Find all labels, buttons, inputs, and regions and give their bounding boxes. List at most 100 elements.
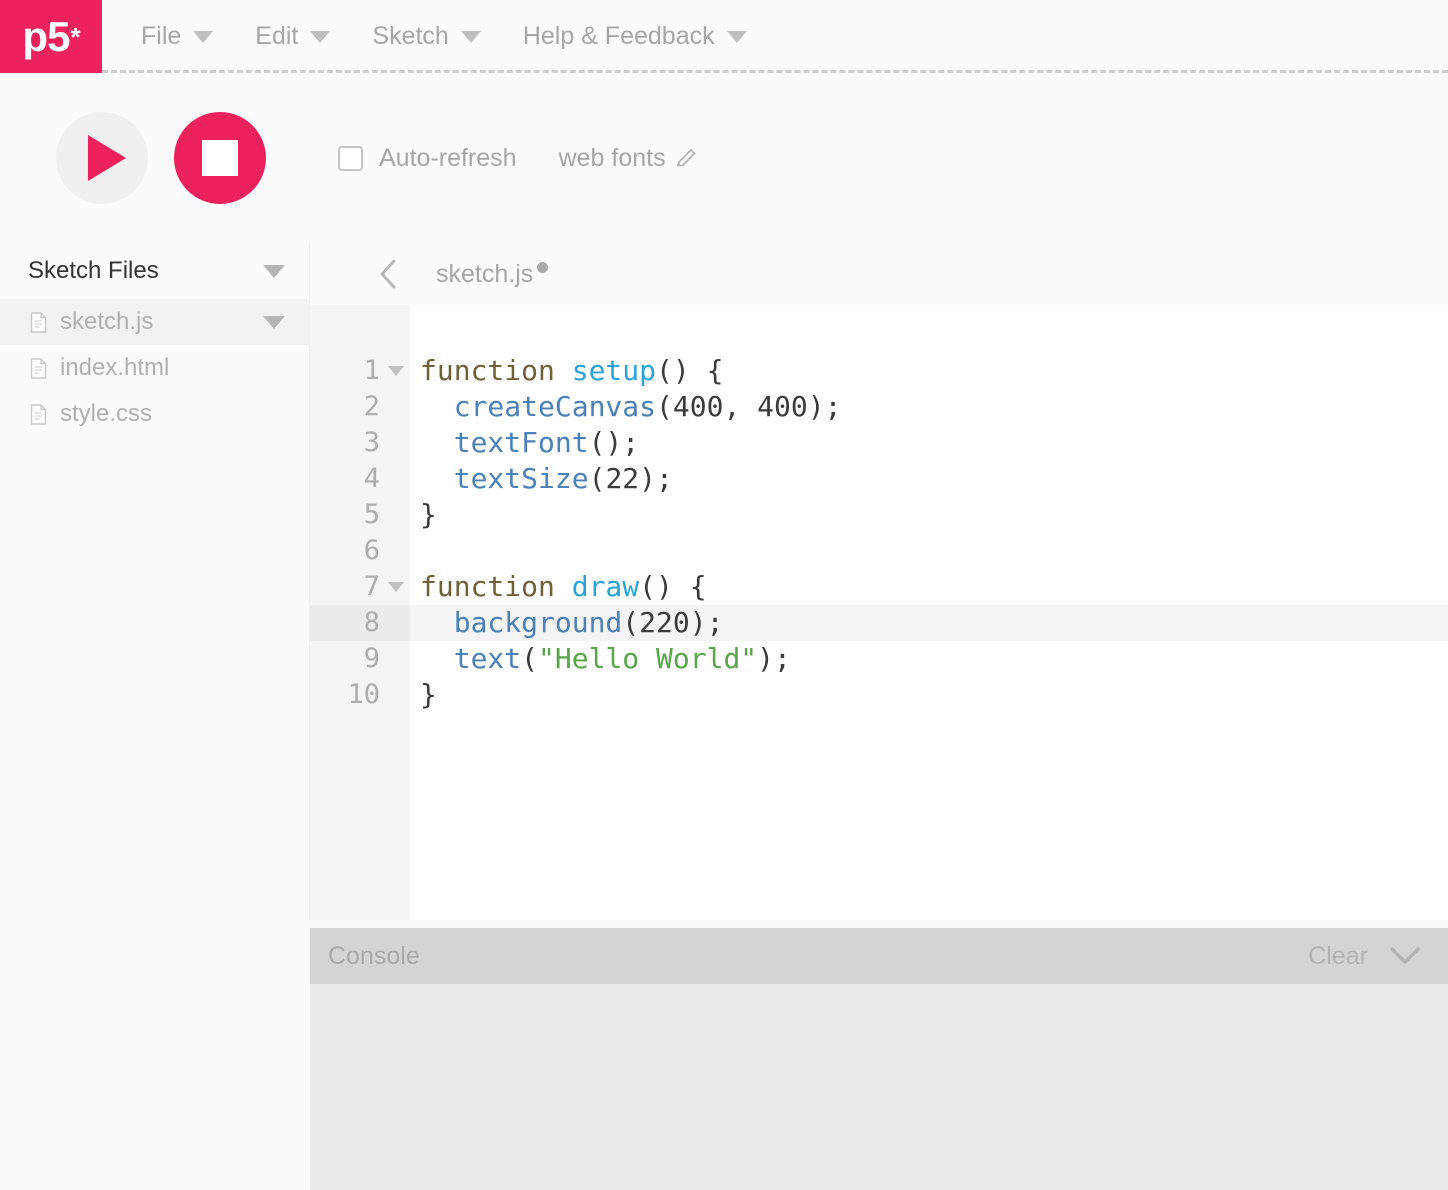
menu-item-label: Help & Feedback — [522, 22, 715, 50]
code-editor[interactable]: 1 function setup() {2 createCanvas(400, 4… — [310, 305, 1448, 920]
run-toolbar: Auto-refresh web fonts — [0, 73, 1448, 243]
menu-item-sketch[interactable]: Sketch — [351, 0, 501, 73]
tab-label-text: sketch.js — [436, 259, 534, 288]
auto-refresh-toggle[interactable]: Auto-refresh — [338, 144, 517, 173]
play-icon — [87, 135, 126, 181]
fold-placeholder — [382, 533, 410, 569]
code-line-text: function setup() { — [410, 353, 723, 389]
code-token: 22 — [605, 462, 640, 495]
code-token: draw — [571, 570, 640, 603]
console-actions: Clear — [1308, 942, 1422, 971]
chevron-down-icon — [310, 30, 331, 43]
file-item-sketch-js[interactable]: sketch.js — [0, 299, 309, 345]
code-line-text: background(220); — [410, 605, 724, 641]
pencil-icon — [676, 148, 696, 167]
code-token: ); — [639, 462, 673, 495]
menu-item-label: Sketch — [372, 22, 449, 50]
menu-item-help-feedback[interactable]: Help & Feedback — [502, 0, 768, 73]
line-number: 7 — [363, 571, 380, 602]
tab-sketch-js[interactable]: sketch.js — [436, 259, 549, 289]
code-token: } — [420, 678, 437, 711]
chevron-left-icon[interactable] — [376, 258, 400, 290]
menu-item-file[interactable]: File — [120, 0, 234, 73]
clear-console-button[interactable]: Clear — [1308, 942, 1368, 971]
file-item-label: style.css — [60, 400, 153, 427]
code-line-text: } — [410, 497, 437, 533]
console-header[interactable]: Console Clear — [310, 928, 1448, 984]
code-token: 400 — [757, 390, 808, 423]
code-token: background — [453, 606, 623, 639]
code-line[interactable]: 7 function draw() { — [310, 569, 1448, 605]
file-options-caret-icon[interactable] — [263, 315, 285, 329]
menu-item-label: File — [141, 22, 182, 50]
fold-toggle-icon[interactable] — [382, 569, 410, 605]
stop-icon — [202, 140, 238, 176]
auto-refresh-checkbox[interactable] — [338, 145, 363, 171]
code-token: ( — [656, 390, 673, 423]
file-item-style-css[interactable]: style.css — [0, 391, 309, 437]
code-line-text: textSize(22); — [410, 461, 673, 497]
fold-toggle-icon[interactable] — [382, 353, 410, 389]
code-line-text: createCanvas(400, 400); — [410, 389, 842, 425]
line-number: 2 — [363, 391, 380, 422]
code-token: () { — [656, 354, 724, 387]
code-line[interactable]: 1 function setup() { — [310, 353, 1448, 389]
code-token: setup — [571, 354, 657, 387]
fold-placeholder — [382, 425, 410, 461]
code-token: function — [420, 354, 572, 387]
code-token: ( — [622, 606, 640, 639]
caret-down-icon — [388, 366, 404, 376]
editor-tabbar: sketch.js — [310, 243, 1448, 305]
web-fonts-label: web fonts — [558, 143, 666, 172]
fold-placeholder — [382, 641, 410, 677]
menu-item-edit[interactable]: Edit — [234, 0, 351, 73]
code-token: ( — [588, 462, 606, 495]
sidebar-header[interactable]: Sketch Files — [0, 243, 309, 299]
code-token: } — [420, 498, 437, 531]
caret-down-icon — [388, 582, 404, 592]
file-item-label: index.html — [60, 354, 170, 381]
chevron-down-icon[interactable] — [1388, 945, 1422, 967]
line-number: 6 — [363, 535, 380, 566]
code-token: function — [420, 570, 572, 603]
file-icon — [30, 311, 47, 333]
code-line[interactable]: 6 — [310, 533, 1448, 569]
code-line-text: text("Hello World"); — [410, 641, 791, 677]
file-icon — [30, 357, 47, 379]
code-token: textSize — [453, 462, 589, 495]
code-token: (); — [588, 426, 640, 459]
chevron-down-icon — [726, 30, 747, 43]
code-line[interactable]: 9 text("Hello World"); — [310, 641, 1448, 677]
line-number: 9 — [363, 643, 380, 674]
code-line-text: function draw() { — [410, 569, 707, 605]
web-fonts-button[interactable]: web fonts — [559, 144, 699, 173]
code-line[interactable]: 3 textFont(); — [310, 425, 1448, 461]
code-line[interactable]: 4 textSize(22); — [310, 461, 1448, 497]
play-button[interactable] — [56, 112, 148, 204]
stop-button[interactable] — [174, 112, 266, 204]
code-token: () { — [639, 570, 707, 603]
caret-down-icon[interactable] — [263, 264, 285, 278]
file-item-index-html[interactable]: index.html — [0, 345, 309, 391]
code-line[interactable]: 2 createCanvas(400, 400); — [310, 389, 1448, 425]
code-token: ); — [757, 642, 791, 675]
fold-placeholder — [382, 461, 410, 497]
menu-bar: File Edit Sketch Help & Feedback — [102, 0, 768, 73]
code-lines: 1 function setup() {2 createCanvas(400, 4… — [310, 353, 1448, 713]
code-token: "Hello World" — [538, 642, 758, 675]
code-token: 220 — [639, 606, 690, 639]
code-line[interactable]: 8 background(220); — [310, 605, 1448, 641]
code-line-text: } — [410, 677, 437, 713]
line-number: 3 — [363, 427, 380, 458]
code-line[interactable]: 5} — [310, 497, 1448, 533]
chevron-down-icon — [193, 30, 214, 43]
p5-logo[interactable]: p5 * — [0, 0, 102, 73]
console-title: Console — [328, 941, 420, 970]
code-token: ); — [807, 390, 842, 423]
code-line[interactable]: 10} — [310, 677, 1448, 713]
